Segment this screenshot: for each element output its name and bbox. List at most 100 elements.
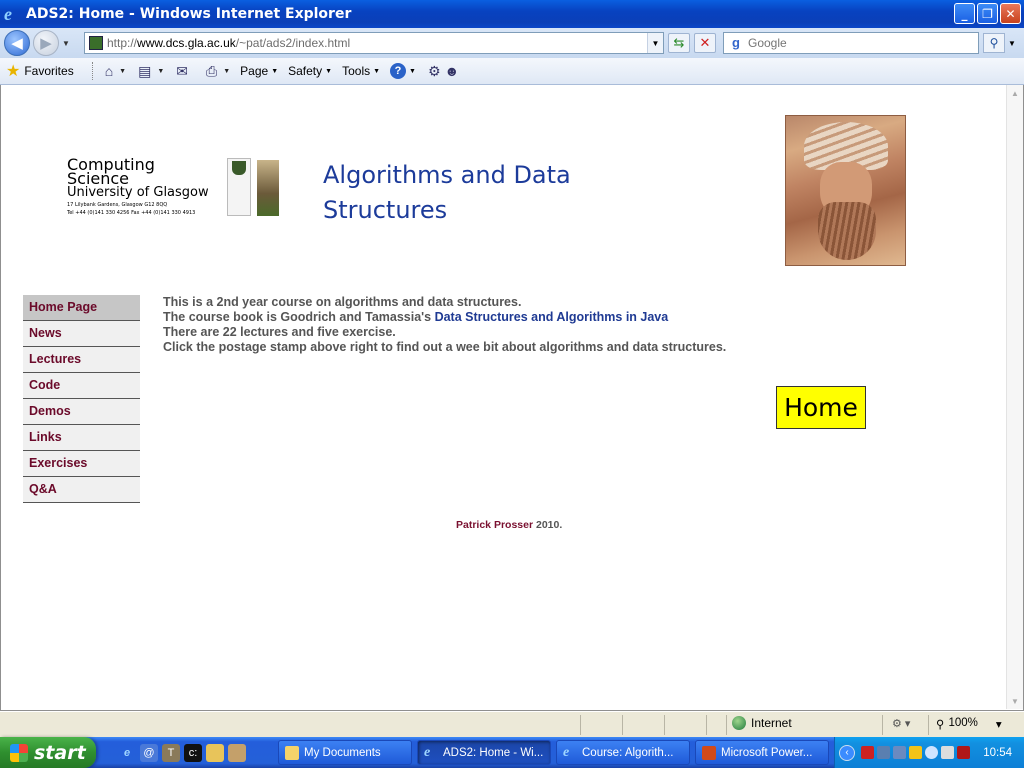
zoom-control[interactable]: ⚲ 100% ▾: [936, 717, 1002, 731]
print-icon[interactable]: ⎙: [206, 63, 217, 80]
terminal-quicklaunch-icon[interactable]: c:: [184, 743, 202, 762]
task-my-documents[interactable]: My Documents: [278, 740, 412, 765]
tools-menu[interactable]: Tools ▼: [342, 64, 380, 78]
task-microsoft-powerpoint[interactable]: Microsoft Power...: [695, 740, 829, 765]
search-options-dropdown-icon[interactable]: ▼: [1005, 33, 1019, 53]
page-title: Algorithms and Data Structures: [323, 161, 571, 224]
nav-item-demos[interactable]: Demos: [23, 399, 140, 425]
stop-button[interactable]: ✕: [694, 33, 716, 53]
mail-icon[interactable]: ✉: [176, 63, 188, 80]
search-icon[interactable]: ⚲: [983, 33, 1005, 53]
home-dropdown-icon[interactable]: ▼: [119, 68, 126, 75]
course-book-link[interactable]: Data Structures and Algorithms in Java: [435, 310, 669, 324]
scroll-up-icon[interactable]: ▲: [1007, 85, 1023, 101]
back-button[interactable]: ◀: [4, 30, 30, 56]
volume-tray-icon[interactable]: [941, 746, 954, 759]
ie-quicklaunch-icon[interactable]: e: [118, 744, 136, 762]
protected-mode-icon[interactable]: ⚙ ▾: [892, 717, 910, 730]
safety-menu[interactable]: Safety ▼: [288, 64, 332, 78]
tools-quicklaunch-icon[interactable]: T: [162, 743, 180, 762]
window-controls: _ ❐ ✕: [954, 3, 1021, 24]
help-menu[interactable]: ? ▼: [390, 63, 416, 79]
task-label: My Documents: [304, 746, 381, 759]
app-quicklaunch-icon[interactable]: [228, 743, 246, 762]
refresh-button[interactable]: ⇆: [668, 33, 690, 53]
home-badge: Home: [776, 386, 866, 429]
status-divider: [580, 715, 581, 735]
clock[interactable]: 10:54: [983, 747, 1012, 759]
network2-tray-icon[interactable]: [893, 746, 906, 759]
tools-menu-label: Tools: [342, 64, 371, 78]
minimize-button[interactable]: _: [954, 3, 975, 24]
status-divider: [882, 715, 883, 735]
task-ads2-home[interactable]: e ADS2: Home - Wi...: [417, 740, 551, 765]
show-hidden-icons-icon[interactable]: ‹: [839, 744, 855, 761]
close-button[interactable]: ✕: [1000, 3, 1021, 24]
crest-shield: [232, 161, 246, 175]
maximize-button[interactable]: ❐: [977, 3, 998, 24]
page-menu-label: Page: [240, 64, 269, 78]
search-input[interactable]: [748, 36, 968, 50]
security-zone[interactable]: Internet: [732, 716, 792, 730]
nav-item-qa[interactable]: Q&A: [23, 477, 140, 503]
logo-address: 17 Lilybank Gardens, Glasgow G12 8QQ: [67, 202, 168, 208]
globe-icon: [732, 716, 746, 730]
outlook-quicklaunch-icon[interactable]: @: [140, 743, 158, 762]
search-tray-icon[interactable]: [925, 746, 938, 759]
nav-item-news[interactable]: News: [23, 321, 140, 347]
tools-menu-dropdown-icon: ▼: [373, 67, 381, 75]
forward-button[interactable]: ▶: [33, 30, 59, 56]
nav-item-lectures[interactable]: Lectures: [23, 347, 140, 373]
feeds-icon[interactable]: ▤: [138, 63, 151, 80]
research-icon[interactable]: ⚙: [428, 63, 441, 80]
help-icon: ?: [390, 63, 407, 79]
folder-icon: [285, 745, 299, 760]
computing-science-logo[interactable]: Computing Science University of Glasgow …: [67, 157, 280, 220]
quick-launch: e @ T c:: [118, 743, 246, 762]
folder-quicklaunch-icon[interactable]: [206, 743, 224, 762]
nav-item-exercises[interactable]: Exercises: [23, 451, 140, 477]
print-dropdown-icon[interactable]: ▼: [223, 68, 230, 75]
safety-menu-label: Safety: [288, 64, 323, 78]
search-box[interactable]: g: [723, 32, 979, 54]
favorites-button[interactable]: ★ Favorites: [6, 61, 74, 81]
feeds-dropdown-icon[interactable]: ▼: [157, 68, 164, 75]
ati-tray-icon[interactable]: [957, 746, 970, 759]
history-dropdown-icon[interactable]: ▼: [59, 39, 73, 48]
network-tray-icon[interactable]: [877, 746, 890, 759]
ie-logo-icon: e: [4, 4, 12, 24]
al-khwarizmi-stamp-image[interactable]: [785, 115, 906, 266]
zone-label: Internet: [751, 716, 792, 730]
acrobat-tray-icon[interactable]: [861, 746, 874, 759]
status-divider: [726, 715, 727, 735]
footer-author[interactable]: Patrick Prosser: [456, 519, 533, 531]
home-icon[interactable]: ⌂: [105, 63, 113, 79]
start-button[interactable]: start: [0, 737, 96, 768]
intro-line: This is a 2nd year course on algorithms …: [163, 295, 522, 309]
logo-line-university: University of Glasgow: [67, 185, 209, 200]
nav-item-home-page[interactable]: Home Page: [23, 295, 140, 321]
system-tray: ‹ 10:54: [834, 737, 1024, 768]
nav-item-code[interactable]: Code: [23, 373, 140, 399]
task-course-algorithms[interactable]: e Course: Algorith...: [556, 740, 690, 765]
messenger-icon[interactable]: ☻: [445, 63, 460, 79]
nav-item-links[interactable]: Links: [23, 425, 140, 451]
zoom-icon: ⚲: [936, 719, 945, 731]
powerpoint-icon: [702, 745, 716, 760]
ie-icon: e: [424, 744, 431, 760]
address-bar[interactable]: http://www.dcs.gla.ac.uk/~pat/ads2/index…: [84, 32, 664, 54]
logo-line-science: Science: [67, 169, 130, 188]
logo-text: Computing Science University of Glasgow …: [67, 157, 209, 217]
start-label: start: [34, 741, 86, 764]
windows-flag-icon: [10, 743, 28, 762]
address-dropdown-icon[interactable]: ▼: [647, 33, 663, 53]
scroll-down-icon[interactable]: ▼: [1007, 693, 1023, 709]
alert-tray-icon[interactable]: [909, 746, 922, 759]
vertical-scrollbar[interactable]: ▲ ▼: [1006, 85, 1023, 709]
logo-phone: Tel +44 (0)141 330 4256 Fax +44 (0)141 3…: [67, 210, 196, 216]
status-bar: Internet ⚙ ▾ ⚲ 100% ▾: [0, 711, 1024, 737]
page-icon: [89, 36, 103, 50]
course-book-text: The course book is Goodrich and Tamassia…: [163, 310, 435, 324]
page-menu-dropdown-icon: ▼: [271, 67, 279, 75]
page-menu[interactable]: Page ▼: [240, 64, 278, 78]
